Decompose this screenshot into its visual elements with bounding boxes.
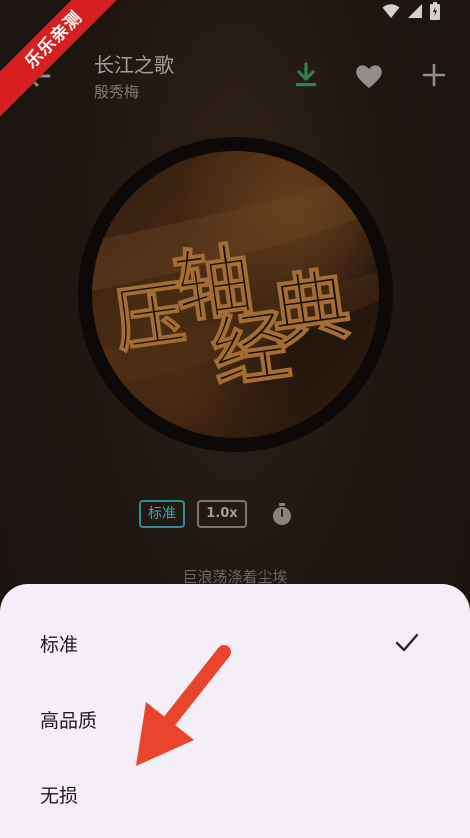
timer-icon[interactable]: [270, 502, 294, 526]
watermark-text: 乐乐亲测: [0, 0, 137, 123]
speed-button[interactable]: 1.0x: [197, 500, 247, 528]
annotation-arrow-icon: [136, 645, 231, 766]
option-label: 高品质: [40, 710, 98, 732]
option-label: 无损: [40, 785, 79, 807]
check-icon: [395, 633, 419, 652]
quality-option-lossless[interactable]: 无损: [0, 763, 470, 823]
playback-options: 标准 1.0x: [0, 498, 470, 530]
option-label: 标准: [40, 634, 79, 656]
quality-button[interactable]: 标准: [139, 500, 185, 528]
watermark-corner: 乐乐亲测: [0, 0, 150, 150]
